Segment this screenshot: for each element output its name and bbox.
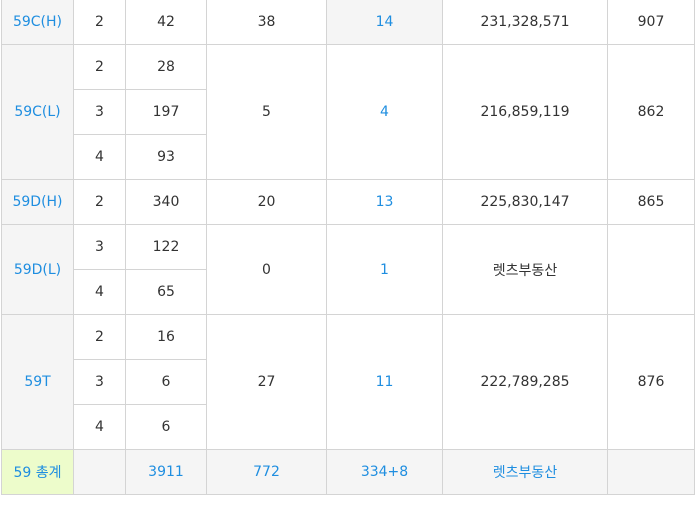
floor-cell: 2 — [73, 314, 126, 360]
table-row: 59D(L) 3 122 0 1 렛츠부동산 — [1, 224, 695, 315]
unit-type-cell: 59D(H) — [1, 179, 74, 225]
value-cell: 27 — [206, 314, 327, 450]
value-cell: 5 — [206, 44, 327, 180]
table-row: 59T 2 16 27 11 222,789,285 876 — [1, 314, 695, 450]
count-cell: 340 — [125, 179, 207, 225]
floor-cell: 3 — [73, 359, 126, 405]
price-cell: 222,789,285 — [442, 314, 608, 450]
count-cell: 122 — [125, 224, 207, 270]
floor-cell: 4 — [73, 269, 126, 315]
unit-type-cell: 59D(L) — [1, 224, 74, 315]
total-row: 59 총계 3911 772 334+8 렛츠부동산 — [1, 449, 695, 495]
count-cell: 6 — [125, 359, 207, 405]
count-cell: 6 — [125, 404, 207, 450]
total-label: 59 총계 — [1, 449, 74, 495]
unit-type-cell: 59C(L) — [1, 44, 74, 180]
total-last-cell — [607, 449, 695, 495]
table-row: 59D(H) 2 340 20 13 225,830,147 865 — [1, 179, 695, 225]
value-cell: 0 — [206, 224, 327, 315]
value-cell: 38 — [206, 0, 327, 45]
value-cell: 20 — [206, 179, 327, 225]
highlight-cell: 13 — [326, 179, 443, 225]
last-cell — [607, 224, 695, 315]
table-row: 59C(L) 2 28 5 4 216,859,119 862 — [1, 44, 695, 180]
price-cell: 렛츠부동산 — [442, 224, 608, 315]
floor-cell: 4 — [73, 404, 126, 450]
floor-cell: 2 — [73, 179, 126, 225]
floor-cell: 2 — [73, 44, 126, 90]
highlight-cell: 1 — [326, 224, 443, 315]
last-cell: 862 — [607, 44, 695, 180]
count-cell: 197 — [125, 89, 207, 135]
count-cell: 93 — [125, 134, 207, 180]
total-price-cell: 렛츠부동산 — [442, 449, 608, 495]
price-table: 59C(H) 2 42 38 14 231,328,571 907 59C(L)… — [1, 0, 695, 495]
count-cell: 28 — [125, 44, 207, 90]
total-count-cell: 3911 — [125, 449, 207, 495]
total-highlight-cell: 334+8 — [326, 449, 443, 495]
highlight-cell: 4 — [326, 44, 443, 180]
floor-cell: 3 — [73, 89, 126, 135]
unit-type-cell: 59T — [1, 314, 74, 450]
price-cell: 231,328,571 — [442, 0, 608, 45]
highlight-cell: 11 — [326, 314, 443, 450]
floor-cell: 2 — [73, 0, 126, 45]
price-cell: 216,859,119 — [442, 44, 608, 180]
last-cell: 865 — [607, 179, 695, 225]
count-cell: 16 — [125, 314, 207, 360]
total-floor-cell — [73, 449, 126, 495]
table-row: 59C(H) 2 42 38 14 231,328,571 907 — [1, 0, 695, 45]
highlight-cell: 14 — [326, 0, 443, 45]
price-cell: 225,830,147 — [442, 179, 608, 225]
floor-cell: 4 — [73, 134, 126, 180]
total-value-cell: 772 — [206, 449, 327, 495]
count-cell: 42 — [125, 0, 207, 45]
unit-type-cell: 59C(H) — [1, 0, 74, 45]
count-cell: 65 — [125, 269, 207, 315]
last-cell: 907 — [607, 0, 695, 45]
floor-cell: 3 — [73, 224, 126, 270]
last-cell: 876 — [607, 314, 695, 450]
